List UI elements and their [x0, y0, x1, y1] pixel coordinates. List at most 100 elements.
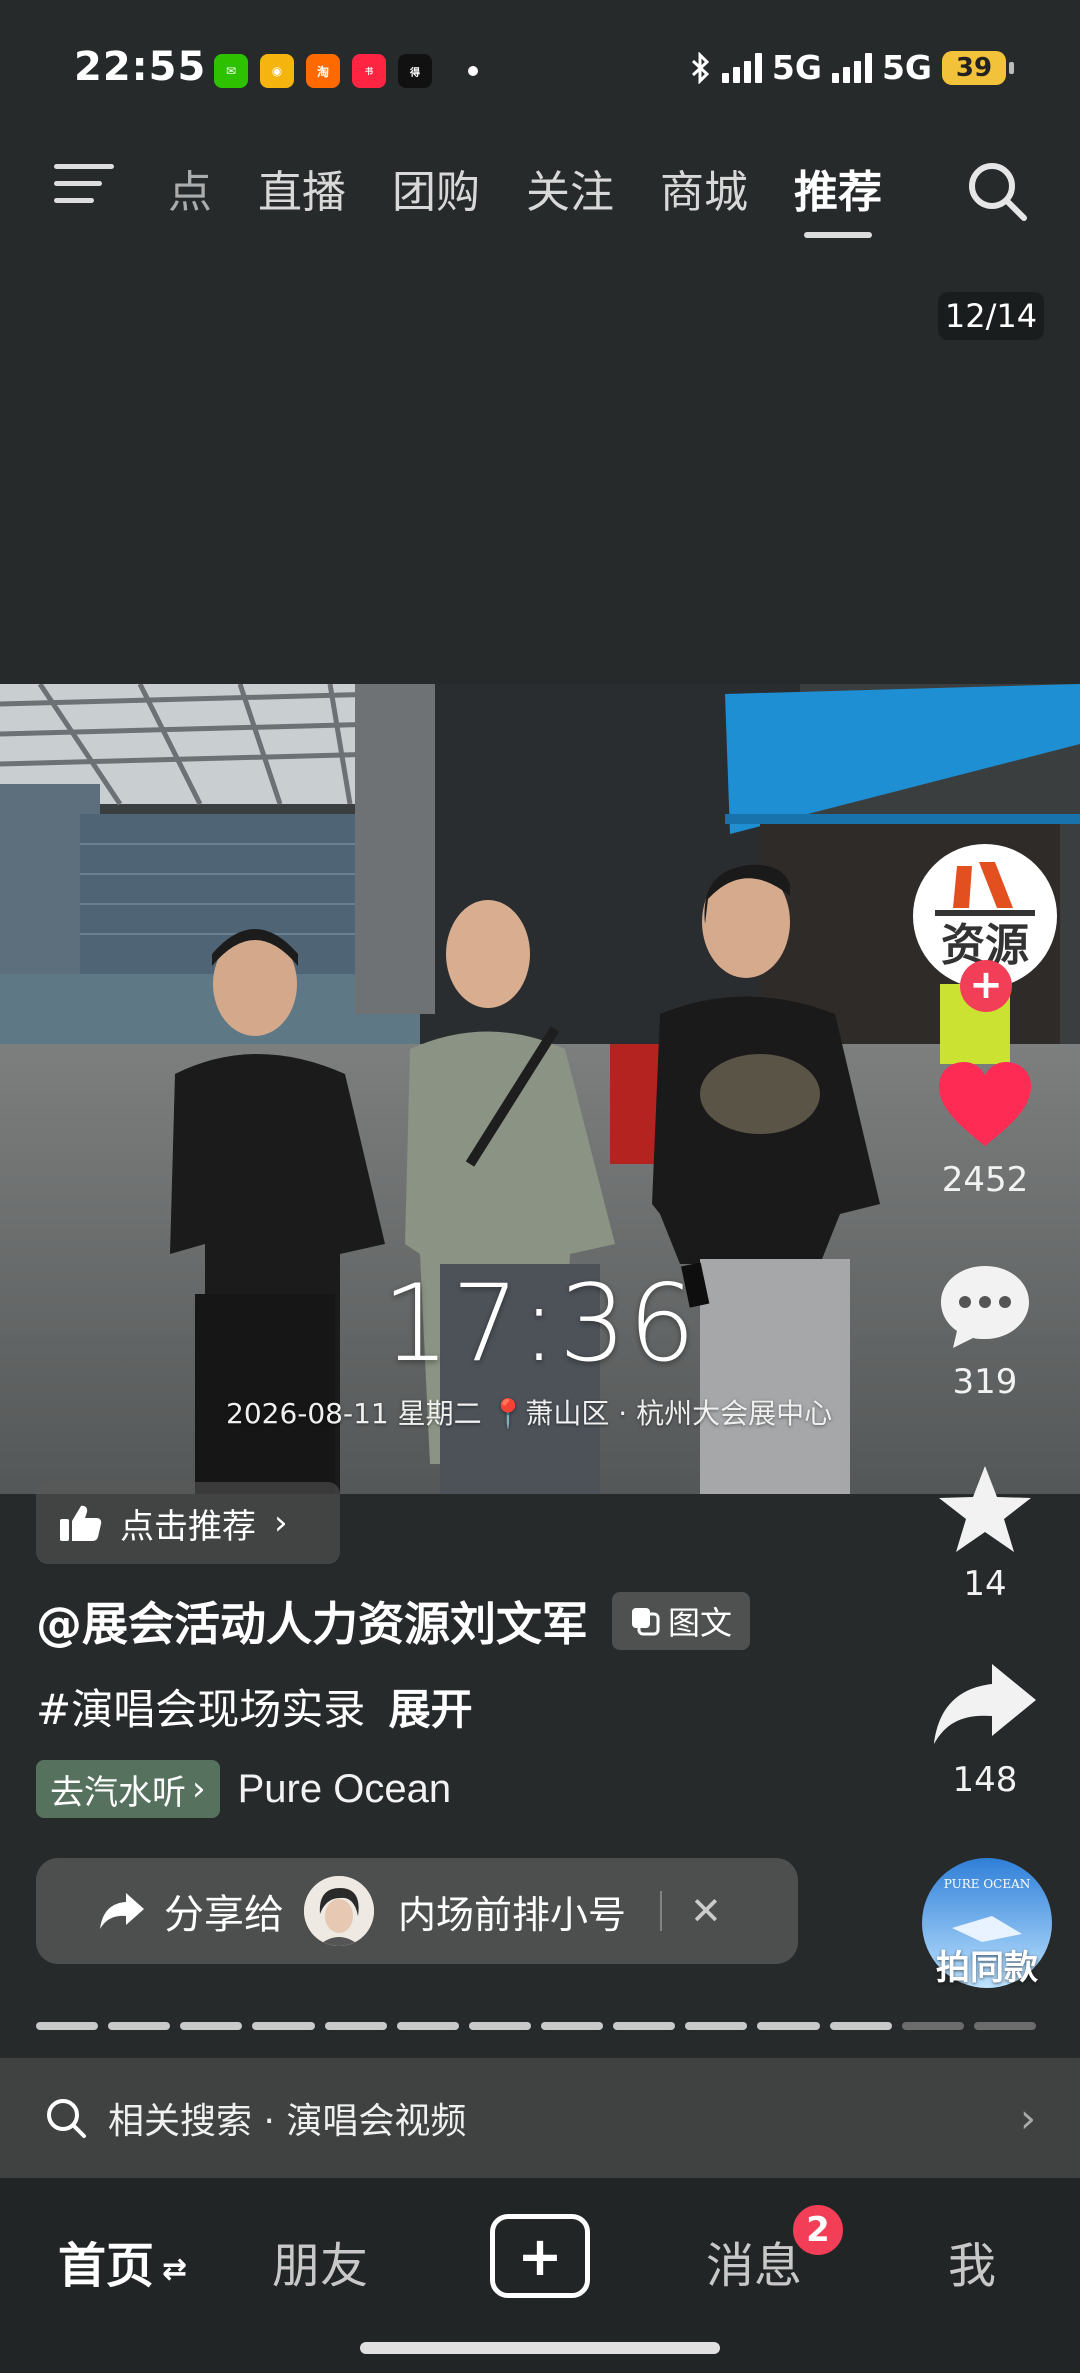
- status-time: 22:55: [74, 44, 207, 90]
- follow-plus-button[interactable]: +: [960, 960, 1012, 1012]
- image-page-counter: 12/14: [938, 292, 1044, 340]
- share-arrow-icon: [100, 1893, 144, 1929]
- favorite-button[interactable]: 14: [910, 1464, 1060, 1604]
- progress-segment: [757, 2022, 820, 2030]
- progress-segment: [829, 2022, 892, 2030]
- like-button[interactable]: 2452: [910, 1060, 1060, 1200]
- wechat-icon: ✉: [214, 54, 248, 88]
- progress-segment: [108, 2022, 171, 2030]
- heart-icon: [939, 1062, 1031, 1146]
- recommend-button[interactable]: 点击推荐 ›: [36, 1482, 340, 1564]
- chevron-right-icon: ›: [1020, 2096, 1036, 2142]
- progress-segment: [613, 2022, 676, 2030]
- related-search-text: 相关搜索 · 演唱会视频: [108, 2101, 467, 2142]
- tab-live[interactable]: 直播: [258, 156, 346, 220]
- share-arrow-icon: [934, 1664, 1036, 1744]
- chevron-right-icon: ›: [192, 1769, 206, 1809]
- gallery-icon: [632, 1608, 660, 1636]
- disc-text: PURE OCEAN: [944, 1877, 1031, 1891]
- progress-segment: [468, 2022, 531, 2030]
- network-type-1: 5G: [771, 48, 822, 87]
- share-button[interactable]: 148: [910, 1660, 1060, 1800]
- divider: [660, 1891, 663, 1931]
- share-count: 148: [952, 1760, 1018, 1800]
- author-name[interactable]: @展会活动人力资源刘文军: [36, 1588, 588, 1654]
- comment-count: 319: [952, 1362, 1018, 1402]
- home-indicator: [360, 2342, 720, 2354]
- network-type-2: 5G: [881, 48, 932, 87]
- nav-me[interactable]: 我: [948, 2226, 996, 2296]
- progress-segment: [973, 2022, 1036, 2030]
- tab-hot[interactable]: 热点: [168, 156, 212, 220]
- nav-friends[interactable]: 朋友: [272, 2226, 368, 2296]
- bluetooth-icon: [691, 51, 710, 84]
- tab-following[interactable]: 关注: [526, 156, 614, 220]
- tab-group-buy[interactable]: 团购: [392, 156, 480, 220]
- message-badge: 2: [790, 2202, 846, 2258]
- close-icon[interactable]: ✕: [690, 1889, 722, 1933]
- battery-icon: 39: [942, 50, 1014, 85]
- post-caption: #演唱会现场实录 展开: [36, 1676, 473, 1737]
- thumbs-up-icon: [60, 1505, 102, 1541]
- more-notifications-dot: [468, 66, 478, 76]
- weibo-icon: ◉: [260, 54, 294, 88]
- battery-level: 39: [955, 52, 993, 83]
- share-to-label: 分享给: [164, 1892, 284, 1938]
- share-suggestion-bar[interactable]: 分享给 内场前排小号 ✕: [36, 1858, 798, 1964]
- dewu-icon: 得: [398, 54, 432, 88]
- nav-messages[interactable]: 消息: [706, 2226, 802, 2296]
- recommend-label: 点击推荐: [120, 1506, 256, 1547]
- tab-mall[interactable]: 商城: [660, 156, 748, 220]
- same-template-label: 拍同款: [936, 1948, 1038, 1988]
- signal-icon-2: [831, 52, 872, 83]
- refresh-switch-icon: ⇄: [162, 2251, 188, 2287]
- plus-icon: +: [517, 2224, 563, 2288]
- notification-icons: ✉ ◉ 淘 书 得: [214, 54, 432, 88]
- top-nav: 热点 直播 团购 关注 商城 推荐: [0, 150, 1080, 240]
- create-post-button[interactable]: +: [490, 2214, 590, 2298]
- progress-segment: [685, 2022, 748, 2030]
- search-icon[interactable]: [964, 158, 1030, 224]
- hashtag-link[interactable]: #演唱会现场实录: [36, 1685, 365, 1734]
- taobao-icon: 淘: [306, 54, 340, 88]
- image-progress-indicator: [36, 2022, 1036, 2032]
- status-right: 5G 5G 39: [690, 48, 1014, 87]
- progress-segment: [36, 2022, 99, 2030]
- post-type-badge: 图文: [612, 1592, 751, 1650]
- signal-icon: [721, 52, 762, 83]
- author-avatar-wrap[interactable]: 资源 +: [913, 844, 1057, 1012]
- nav-tabs: 热点 直播 团购 关注 商城 推荐: [168, 156, 882, 238]
- music-chip-label: 去汽水听: [50, 1772, 186, 1813]
- nav-home[interactable]: 首页 ⇄: [58, 2226, 187, 2296]
- use-same-template-button[interactable]: PURE OCEAN 拍同款: [922, 1858, 1052, 1988]
- author-row: @展会活动人力资源刘文军 图文: [36, 1588, 751, 1654]
- like-count: 2452: [941, 1160, 1029, 1200]
- chevron-right-icon: ›: [274, 1503, 288, 1543]
- share-target-name: 内场前排小号: [398, 1892, 627, 1937]
- related-search-bar[interactable]: 相关搜索 · 演唱会视频 ›: [0, 2058, 1080, 2178]
- comment-icon: [941, 1266, 1029, 1348]
- contact-avatar: [304, 1876, 374, 1946]
- photo-location-date: 2026-08-11 星期二 📍萧山区 · 杭州大会展中心: [226, 1397, 833, 1430]
- status-bar: 22:55 ✉ ◉ 淘 书 得 5G 5G 39: [0, 0, 1080, 130]
- open-in-music-app-button[interactable]: 去汽水听 ›: [36, 1760, 220, 1818]
- nav-home-label: 首页: [58, 2238, 155, 2294]
- menu-icon[interactable]: [54, 164, 114, 214]
- tab-recommend[interactable]: 推荐: [794, 156, 882, 238]
- star-icon: [939, 1466, 1031, 1552]
- bottom-nav: 首页 ⇄ 朋友 + 消息 2 我: [0, 2178, 1080, 2373]
- progress-segment: [252, 2022, 315, 2030]
- search-icon: [47, 2099, 86, 2138]
- progress-segment: [396, 2022, 459, 2030]
- comment-button[interactable]: 319: [910, 1262, 1060, 1402]
- music-title[interactable]: Pure Ocean: [238, 1767, 451, 1812]
- progress-segment: [180, 2022, 243, 2030]
- music-row: 去汽水听 › Pure Ocean: [36, 1760, 451, 1818]
- expand-link[interactable]: 展开: [389, 1685, 473, 1734]
- favorite-count: 14: [963, 1564, 1007, 1604]
- post-type-label: 图文: [668, 1604, 733, 1642]
- progress-segment: [324, 2022, 387, 2030]
- progress-segment: [540, 2022, 604, 2030]
- xiaohongshu-icon: 书: [352, 54, 386, 88]
- progress-segment: [901, 2022, 964, 2030]
